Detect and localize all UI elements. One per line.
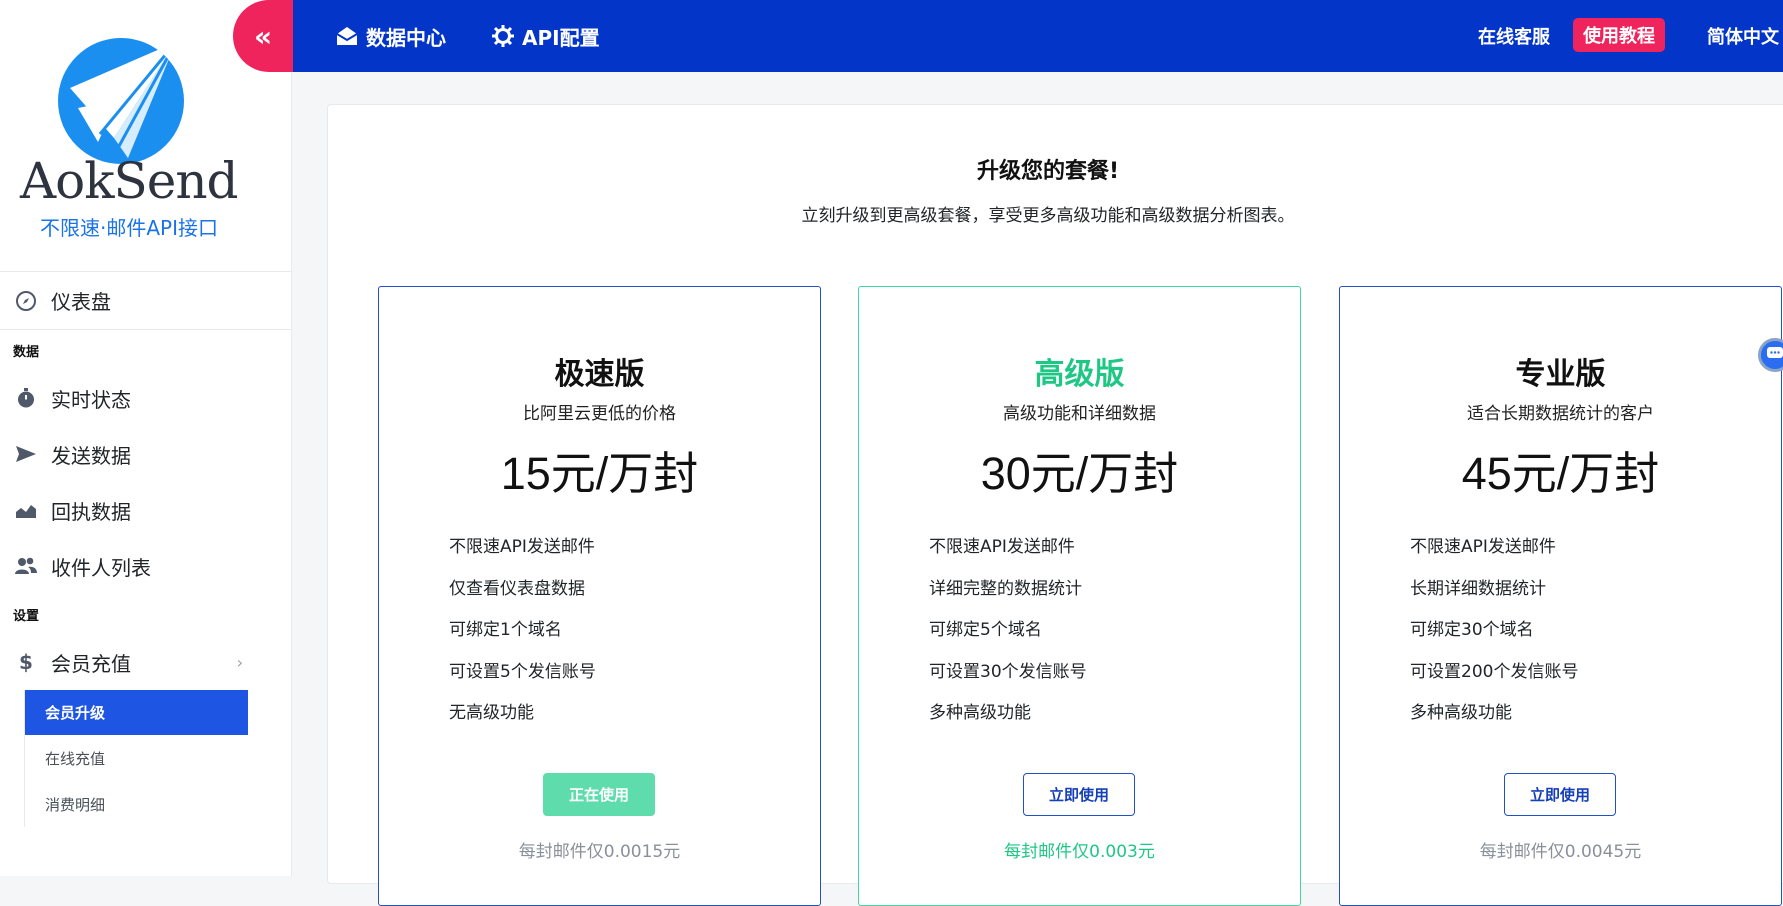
use-now-button[interactable]: 立即使用: [1504, 773, 1616, 816]
plan-feature: 可设置5个发信账号: [449, 661, 596, 682]
sidebar-subitem-billing[interactable]: 消费明细: [25, 781, 248, 827]
users-icon: [13, 553, 39, 579]
plan-price: 45元/万封: [1461, 448, 1660, 499]
sidebar-item-receipt-data[interactable]: 回执数据: [0, 482, 291, 538]
plan-feature: 不限速API发送邮件: [449, 537, 595, 557]
sidebar: AokSend 不限速·邮件API接口 仪表盘 数据 实时状态 发送数据 回执数…: [0, 0, 292, 876]
membership-submenu: 会员升级 在线充值 消费明细: [24, 690, 248, 827]
plan-name: 高级版: [1034, 357, 1125, 392]
plan-card-pro: 专业版 适合长期数据统计的客户 45元/万封 不限速API发送邮件 长期详细数据…: [1339, 286, 1782, 906]
plan-feature: 可绑定30个域名: [1410, 620, 1534, 640]
plan-unit-price: 每封邮件仅0.0015元: [518, 842, 681, 862]
language-selector[interactable]: 简体中文: [1707, 0, 1779, 72]
use-now-button[interactable]: 立即使用: [1023, 773, 1135, 816]
current-plan-button[interactable]: 正在使用: [543, 773, 655, 816]
plan-unit-price: 每封邮件仅0.0045元: [1479, 842, 1642, 862]
plan-description: 适合长期数据统计的客户: [1467, 404, 1654, 424]
nav-data-center[interactable]: 数据中心: [336, 0, 446, 72]
plan-feature: 可绑定5个域名: [929, 620, 1042, 640]
tutorial-button[interactable]: 使用教程: [1573, 18, 1665, 52]
plan-feature: 可绑定1个域名: [449, 620, 562, 640]
plan-card-advanced: 高级版 高级功能和详细数据 30元/万封 不限速API发送邮件 详细完整的数据统…: [858, 286, 1301, 906]
plan-feature: 可设置200个发信账号: [1410, 661, 1579, 682]
nav-api-config[interactable]: API配置: [492, 0, 600, 72]
sidebar-section-settings: 设置: [13, 608, 40, 624]
dollar-icon: $: [19, 650, 33, 674]
sidebar-item-recipients[interactable]: 收件人列表: [0, 538, 291, 594]
sidebar-item-send-data[interactable]: 发送数据: [0, 426, 291, 482]
plan-price: 15元/万封: [500, 448, 699, 499]
sidebar-item-label: 实时状态: [51, 387, 131, 412]
chat-icon: [1767, 346, 1783, 365]
double-chevron-left-icon: «: [253, 19, 273, 53]
plan-feature: 不限速API发送邮件: [929, 537, 1075, 557]
plan-feature: 多种高级功能: [929, 703, 1031, 723]
plan-card-basic: 极速版 比阿里云更低的价格 15元/万封 不限速API发送邮件 仅查看仪表盘数据…: [378, 286, 821, 906]
topbar: 数据中心 API配置 在线客服 简体中文: [292, 0, 1783, 72]
gear-icon: [492, 25, 514, 47]
plan-feature: 无高级功能: [449, 703, 534, 723]
stopwatch-icon: [13, 385, 39, 411]
sidebar-item-realtime-status[interactable]: 实时状态: [0, 370, 291, 426]
logo-brand: AokSend: [20, 152, 239, 210]
plan-description: 比阿里云更低的价格: [523, 404, 676, 424]
sidebar-section-data: 数据: [13, 344, 40, 360]
sidebar-item-label: 会员充值: [51, 651, 131, 676]
plan-features: 不限速API发送邮件 长期详细数据统计 可绑定30个域名 可设置200个发信账号…: [1410, 532, 1578, 740]
area-chart-icon: [13, 497, 39, 523]
plan-feature: 不限速API发送邮件: [1410, 537, 1556, 557]
plan-feature: 详细完整的数据统计: [929, 578, 1082, 599]
chevron-right-icon: ›: [236, 652, 243, 672]
plan-feature: 多种高级功能: [1410, 703, 1512, 723]
paper-plane-logo-icon: [58, 38, 184, 164]
send-icon: [13, 441, 39, 467]
sidebar-item-dashboard[interactable]: 仪表盘: [0, 272, 291, 330]
plan-features: 不限速API发送邮件 仅查看仪表盘数据 可绑定1个域名 可设置5个发信账号 无高…: [449, 532, 596, 740]
sidebar-item-membership[interactable]: $ 会员充值 ›: [0, 634, 291, 690]
plan-feature: 长期详细数据统计: [1410, 578, 1546, 599]
page-subtitle: 立刻升级到更高级套餐，享受更多高级功能和高级数据分析图表。: [801, 206, 1295, 226]
sidebar-subitem-upgrade[interactable]: 会员升级: [25, 690, 248, 735]
upgrade-panel: 升级您的套餐! 立刻升级到更高级套餐，享受更多高级功能和高级数据分析图表。 极速…: [327, 104, 1783, 906]
nav-data-center-label: 数据中心: [366, 25, 446, 50]
page-title: 升级您的套餐!: [976, 159, 1120, 184]
plan-feature: 可设置30个发信账号: [929, 661, 1087, 682]
sidebar-item-label: 收件人列表: [51, 555, 151, 580]
nav-api-config-label: API配置: [522, 25, 600, 50]
logo-tagline: 不限速·邮件API接口: [40, 216, 218, 240]
sidebar-item-label: 回执数据: [51, 499, 131, 524]
compass-icon: [13, 288, 39, 314]
sidebar-item-label: 发送数据: [51, 443, 131, 468]
plan-price: 30元/万封: [980, 448, 1179, 499]
plan-description: 高级功能和详细数据: [1003, 404, 1156, 424]
online-support-link[interactable]: 在线客服: [1478, 0, 1550, 72]
sidebar-subitem-recharge[interactable]: 在线充值: [25, 735, 248, 781]
plan-unit-price: 每封邮件仅0.003元: [1004, 842, 1155, 862]
plan-name: 专业版: [1515, 357, 1606, 392]
plan-features: 不限速API发送邮件 详细完整的数据统计 可绑定5个域名 可设置30个发信账号 …: [929, 532, 1087, 740]
plan-name: 极速版: [554, 357, 645, 392]
envelope-open-icon: [336, 26, 358, 46]
plan-feature: 仅查看仪表盘数据: [449, 578, 585, 599]
sidebar-item-label: 仪表盘: [51, 290, 111, 314]
